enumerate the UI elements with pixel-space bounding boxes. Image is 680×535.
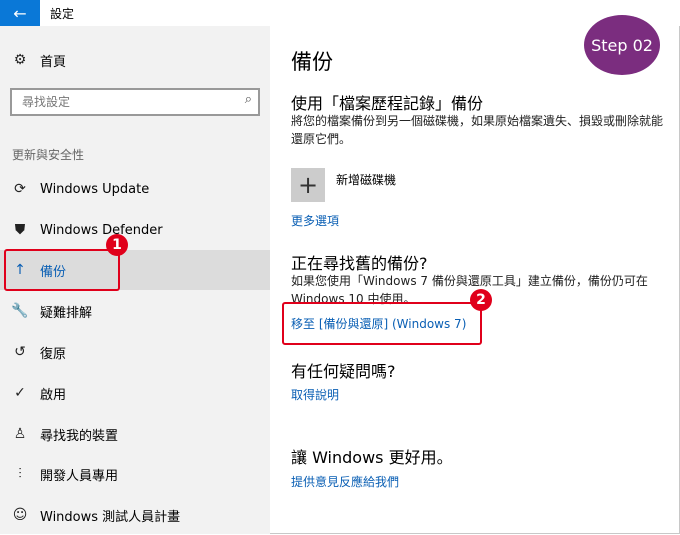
sidebar-item-home[interactable]: ⚙ 首頁	[0, 40, 270, 80]
developer-icon: ⫶	[18, 466, 22, 482]
main-content: 備份 使用「檔案歷程記錄」備份 將您的檔案備份到另一個磁碟機，如果原始檔案遺失、…	[270, 26, 680, 534]
questions-heading: 有任何疑問嗎?	[291, 362, 396, 381]
insider-icon: ☺	[12, 507, 28, 523]
restore-icon: ↺	[14, 344, 26, 360]
sidebar-item-label: Windows Update	[40, 181, 150, 197]
highlight-box-win7-link	[282, 302, 482, 345]
back-arrow-icon: ←	[13, 3, 27, 23]
refresh-icon: ⟳	[14, 181, 26, 197]
step-badge-1: 1	[106, 234, 128, 256]
highlight-box-backup	[4, 249, 120, 291]
page-title: 備份	[291, 50, 333, 74]
back-button[interactable]: ←	[0, 0, 40, 26]
sidebar-item-label: 復原	[40, 346, 67, 362]
sidebar-item-label: Windows 測試人員計畫	[40, 509, 181, 525]
sidebar-item-windows-defender[interactable]: ⛊ Windows Defender	[0, 210, 270, 250]
search-icon[interactable]: ⌕	[245, 92, 252, 107]
search-input[interactable]: 尋找設定 ⌕	[10, 88, 260, 116]
more-options-link[interactable]: 更多選項	[291, 212, 339, 229]
search-placeholder: 尋找設定	[22, 95, 71, 109]
older-backup-heading: 正在尋找舊的備份?	[291, 254, 428, 273]
sidebar-item-label: 尋找我的裝置	[40, 428, 119, 444]
gear-icon: ⚙	[13, 52, 27, 68]
step-label: Step 02	[584, 15, 660, 75]
wrench-icon: 🔧	[11, 303, 29, 319]
feedback-heading: 讓 Windows 更好用。	[291, 448, 453, 467]
sidebar-item-label: Windows Defender	[40, 222, 163, 238]
sidebar-item-insider-program[interactable]: ☺ Windows 測試人員計畫	[0, 495, 270, 535]
sidebar-item-for-developers[interactable]: ⫶ 開發人員專用	[0, 454, 270, 494]
add-drive-label[interactable]: 新增磁碟機	[336, 171, 396, 188]
sidebar-item-label: 首頁	[40, 54, 67, 70]
sidebar-item-windows-update[interactable]: ⟳ Windows Update	[0, 169, 270, 209]
sidebar-item-label: 啟用	[40, 387, 67, 403]
step-badge-2: 2	[470, 289, 492, 311]
sidebar-item-label: 疑難排解	[40, 305, 93, 321]
file-history-description: 將您的檔案備份到另一個磁碟機，如果原始檔案遺失、損毀或刪除就能還原它們。	[291, 114, 664, 146]
plus-icon: +	[297, 171, 319, 199]
title-bar: ← 設定	[0, 0, 680, 26]
section-heading: 更新與安全性	[12, 148, 85, 162]
check-circle-icon: ✓	[14, 385, 26, 401]
sidebar-item-recovery[interactable]: ↺ 復原	[0, 332, 270, 372]
window-title: 設定	[50, 7, 75, 21]
give-feedback-link[interactable]: 提供意見反應給我們	[291, 473, 399, 490]
sidebar-item-find-my-device[interactable]: ♙ 尋找我的裝置	[0, 414, 270, 454]
add-drive-button[interactable]: +	[291, 168, 325, 202]
file-history-heading: 使用「檔案歷程記錄」備份	[291, 94, 484, 113]
sidebar-item-label: 開發人員專用	[40, 468, 119, 484]
person-locate-icon: ♙	[13, 426, 27, 442]
shield-icon: ⛊	[14, 222, 26, 238]
sidebar-item-activation[interactable]: ✓ 啟用	[0, 373, 270, 413]
get-help-link[interactable]: 取得說明	[291, 386, 339, 403]
sidebar-item-troubleshoot[interactable]: 🔧 疑難排解	[0, 291, 270, 331]
